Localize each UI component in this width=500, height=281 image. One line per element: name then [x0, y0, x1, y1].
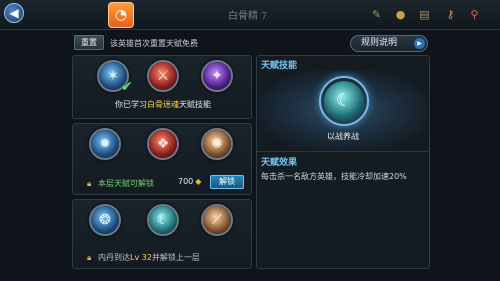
skill-stage: ☾ 以战养战	[259, 70, 427, 150]
learned-talent-name: 白骨迷魂	[147, 100, 179, 109]
checkmark-icon: ✔	[121, 79, 133, 95]
lock-requirement: 🔒︎ 内丹到达Lv 32并解锁上一层	[87, 252, 200, 263]
talent-slot[interactable]: ⟋	[201, 204, 233, 236]
lock-level: Lv 32	[130, 253, 152, 262]
lock-icon: 🔒︎	[87, 179, 92, 188]
talent-red-fang-icon: ❖	[149, 130, 177, 158]
hero-level: 7	[261, 11, 268, 22]
lock-prefix: 内丹到达	[98, 253, 130, 262]
talent-slot[interactable]: ⚔	[147, 60, 179, 92]
gold-orb-icon[interactable]: ●	[392, 6, 409, 23]
hero-skill-icon: ◔	[114, 7, 128, 23]
talent-purple-wing-icon: ✦	[203, 62, 231, 90]
unlock-button[interactable]: 解锁	[210, 175, 244, 189]
key-icon[interactable]: ⚷	[442, 6, 459, 23]
top-bar: ◀ ◔ 白骨精 7 ✎ ● ▤ ⚷ ⚲	[0, 0, 500, 30]
lock-icon: 🔒︎	[87, 253, 92, 262]
unlock-status-text: 本层天赋可解锁	[98, 179, 154, 188]
selected-skill[interactable]: ☾	[319, 76, 369, 126]
rules-button-label: 规则说明	[361, 38, 398, 48]
effect-section-title: 天赋效果	[261, 158, 298, 168]
reset-note: 该英雄首次重置天赋免费	[110, 39, 198, 48]
cost-value: 700	[178, 177, 194, 186]
search-icon[interactable]: ⚲	[466, 6, 483, 23]
talent-slot[interactable]: ☾	[147, 204, 179, 236]
learned-status: 你已学习白骨迷魂天赋技能	[73, 99, 253, 110]
talent-slot[interactable]: ❂	[89, 204, 121, 236]
learned-prefix: 你已学习	[115, 100, 147, 109]
skill-name: 以战养战	[327, 132, 359, 141]
talent-slot[interactable]: ✶ ✔	[97, 60, 133, 95]
talent-bronze-rune-icon: ✺	[203, 130, 231, 158]
talent-slot[interactable]: ✺	[201, 128, 233, 160]
talent-blue-flame-icon: ❂	[91, 206, 119, 234]
skill-crescent-icon: ☾	[324, 81, 364, 121]
rules-button[interactable]: 规则说明 ▶	[350, 35, 428, 52]
effect-description: 每击杀一名敌方英雄，技能冷却加速20%	[261, 172, 407, 181]
back-arrow-icon: ◀	[9, 6, 19, 20]
divider	[257, 151, 429, 152]
talent-teal-crescent-icon: ☾	[149, 206, 177, 234]
talent-bronze-slash-icon: ⟋	[203, 206, 231, 234]
talent-slot[interactable]: ❖	[147, 128, 179, 160]
talent-detail-panel: 天赋技能 ☾ 以战养战 天赋效果 每击杀一名敌方英雄，技能冷却加速20%	[256, 55, 430, 269]
back-button[interactable]: ◀	[4, 3, 24, 23]
hero-name: 白骨精	[228, 11, 258, 22]
lock-suffix: 并解锁上一层	[151, 253, 200, 262]
reset-button[interactable]: 重置	[74, 35, 104, 50]
gold-coin-icon: ◆	[195, 177, 202, 186]
talent-slot[interactable]: ✦	[201, 60, 233, 92]
talent-tier-3: ❂ ☾ ⟋ 🔒︎ 内丹到达Lv 32并解锁上一层	[72, 199, 252, 269]
page-title: 白骨精 7	[228, 7, 267, 22]
learned-suffix: 天赋技能	[179, 100, 211, 109]
talent-slot[interactable]: ✹	[89, 128, 121, 160]
hero-skill-tab[interactable]: ◔	[108, 2, 134, 28]
scroll-icon[interactable]: ✎	[368, 6, 385, 23]
book-icon[interactable]: ▤	[416, 6, 433, 23]
unlock-cost: 700 ◆	[178, 177, 201, 186]
talent-tier-2: ✹ ❖ ✺ 🔒︎ 本层天赋可解锁 700 ◆ 解锁	[72, 123, 252, 195]
unlock-status: 🔒︎ 本层天赋可解锁	[87, 178, 154, 189]
chevron-right-icon: ▶	[414, 38, 425, 49]
talent-red-blade-icon: ⚔	[149, 62, 177, 90]
talent-blue-spirit-icon: ✹	[91, 130, 119, 158]
talent-tier-1: ✶ ✔ ⚔ ✦ 你已学习白骨迷魂天赋技能	[72, 55, 252, 119]
